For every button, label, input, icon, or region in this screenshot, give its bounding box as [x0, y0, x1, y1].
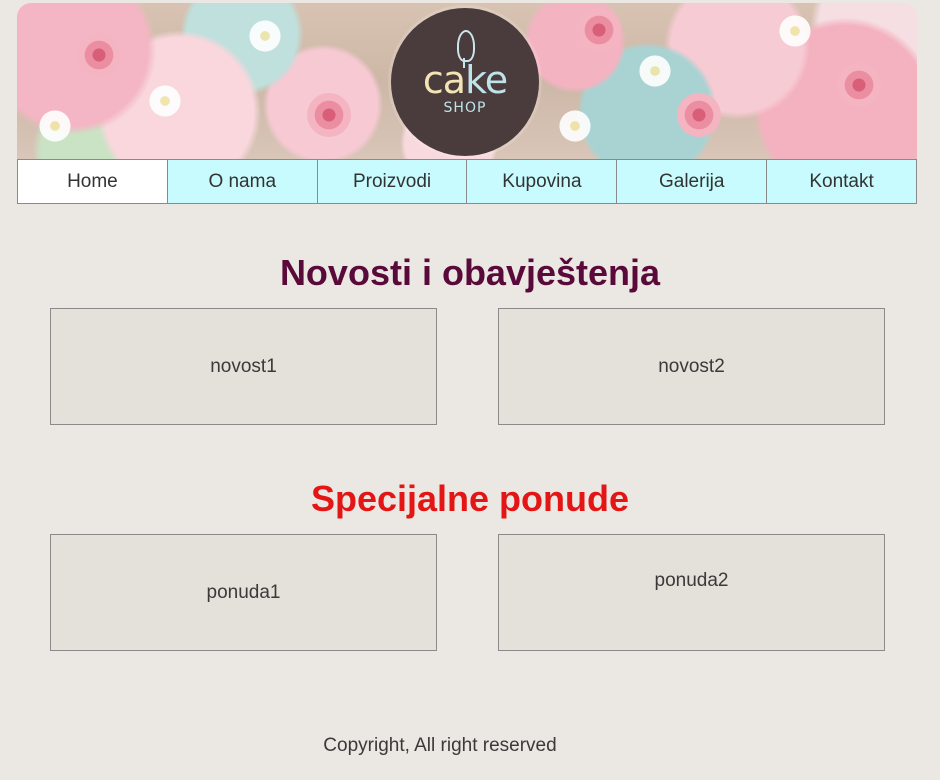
- nav-item-home[interactable]: Home: [18, 160, 168, 203]
- cupcake-decoration: [37, 108, 73, 144]
- nav-item-o-nama[interactable]: O nama: [167, 160, 318, 203]
- cupcake-decoration: [147, 83, 183, 119]
- news-card-label: novost1: [210, 355, 277, 377]
- main-nav: Home O nama Proizvodi Kupovina Galerija …: [17, 159, 917, 204]
- news-card[interactable]: novost2: [498, 308, 885, 425]
- nav-item-kontakt[interactable]: Kontakt: [767, 160, 916, 203]
- footer-copyright: Copyright, All right reserved: [323, 735, 557, 756]
- logo-subtitle: SHOP: [443, 100, 487, 116]
- cupcake-decoration: [247, 18, 283, 54]
- offer-card-label: ponuda2: [654, 570, 729, 591]
- offer-card[interactable]: ponuda2: [498, 534, 885, 651]
- cupcake-decoration: [557, 108, 593, 144]
- logo-word-part2: ke: [465, 58, 508, 102]
- nav-item-galerija[interactable]: Galerija: [617, 160, 768, 203]
- nav-item-kupovina[interactable]: Kupovina: [467, 160, 618, 203]
- logo-word-part1: ca: [422, 58, 466, 102]
- cupcake-decoration: [777, 13, 813, 49]
- cupcake-decoration: [677, 93, 721, 137]
- news-title: Novosti i obavještenja: [279, 252, 661, 293]
- cupcake-decoration: [637, 53, 673, 89]
- offer-card[interactable]: ponuda1: [50, 534, 437, 651]
- offers-title: Specijalne ponude: [310, 478, 630, 519]
- nav-item-proizvodi[interactable]: Proizvodi: [317, 160, 468, 203]
- cupcake-decoration: [577, 8, 621, 52]
- news-card-label: novost2: [658, 355, 725, 377]
- offer-card-label: ponuda1: [206, 581, 281, 603]
- cupcake-decoration: [77, 33, 121, 77]
- cake-shop-logo[interactable]: cake SHOP: [391, 8, 539, 156]
- cupcake-decoration: [307, 93, 351, 137]
- cupcake-decoration: [837, 63, 881, 107]
- header-banner: cake SHOP: [17, 3, 917, 159]
- news-card[interactable]: novost1: [50, 308, 437, 425]
